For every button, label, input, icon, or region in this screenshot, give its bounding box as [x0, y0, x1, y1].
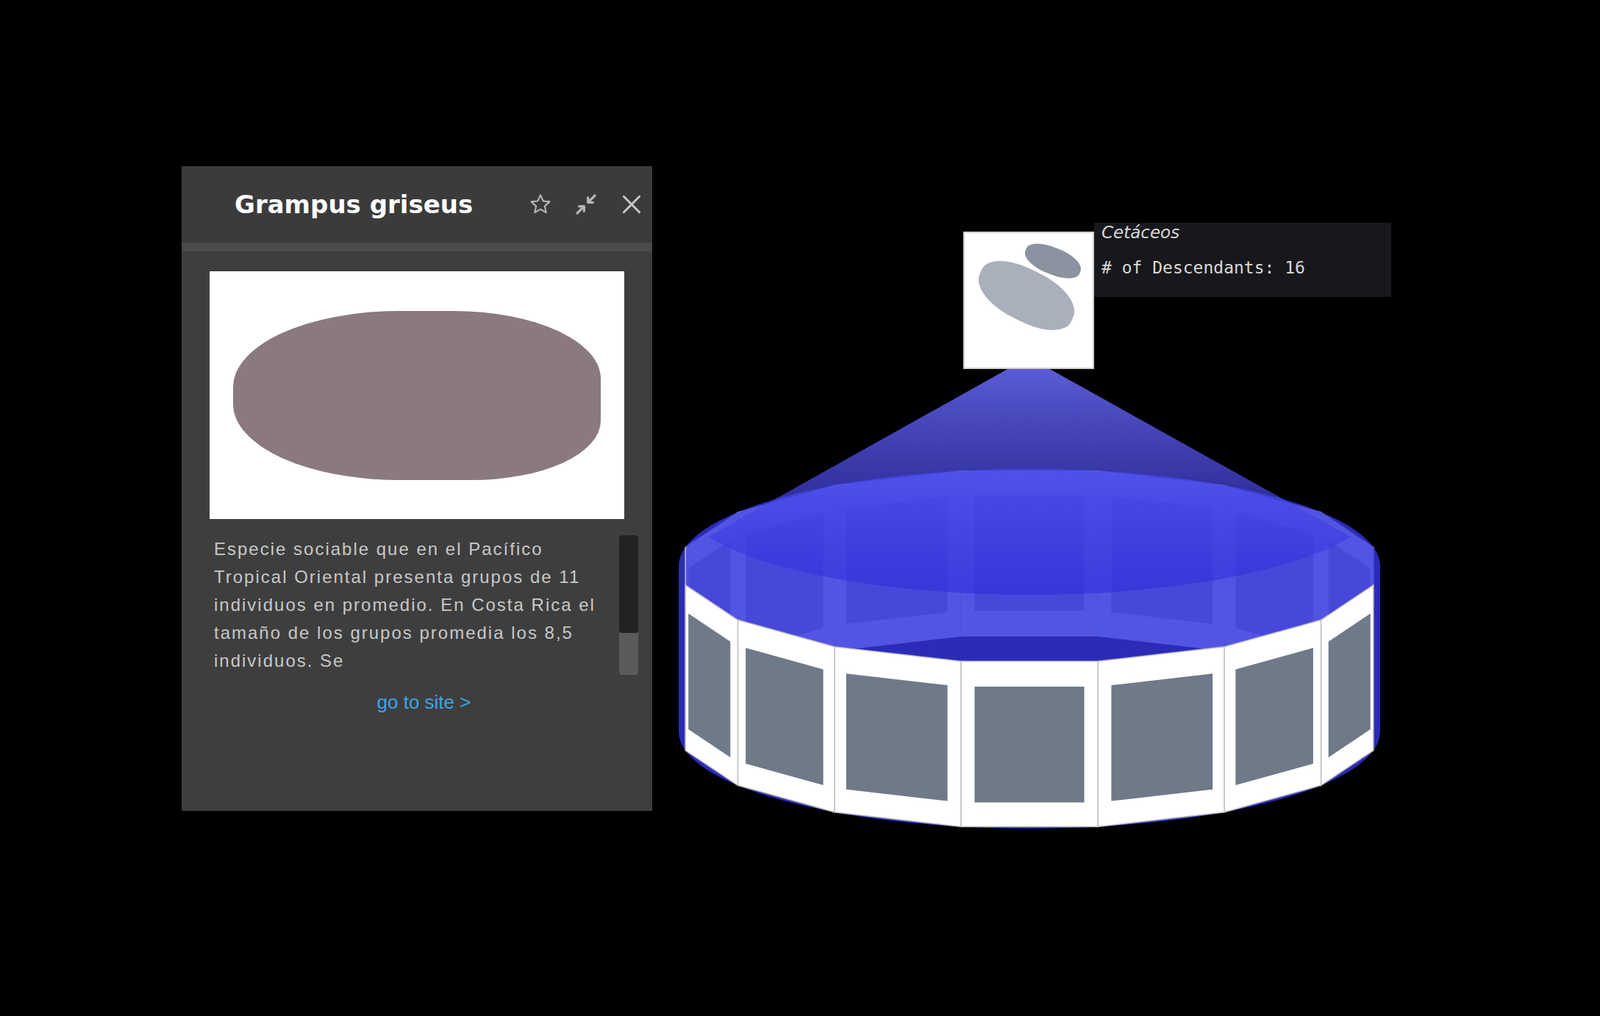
panel-header: Grampus griseus	[181, 166, 653, 243]
species-picture	[209, 271, 625, 520]
panel-tools	[528, 192, 644, 217]
ring-card[interactable]	[1321, 585, 1374, 787]
panel-title: Grampus griseus	[234, 189, 473, 220]
cone	[708, 357, 1351, 595]
page: Cetáceos # of Descendants: 16 Grampus gris…	[0, 0, 1600, 1016]
info-panel: Grampus griseus Especie sociable que en e…	[181, 166, 653, 812]
ring-card[interactable]	[834, 647, 962, 828]
header-separator	[181, 242, 653, 252]
collapse-icon[interactable]	[574, 192, 598, 217]
description-area: Especie sociable que en el Pacífico Trop…	[209, 535, 639, 675]
tooltip-descendants: # of Descendants: 16	[1101, 258, 1384, 278]
ring-card[interactable]	[961, 661, 1098, 828]
scrollbar-thumb[interactable]	[619, 535, 639, 634]
ring-card[interactable]	[737, 619, 835, 813]
tooltip: Cetáceos # of Descendants: 16	[1094, 222, 1392, 298]
ring-card[interactable]	[1097, 647, 1225, 828]
close-icon[interactable]	[619, 192, 644, 217]
go-to-site-link[interactable]: go to site >	[377, 691, 472, 714]
tooltip-title: Cetáceos	[1101, 222, 1384, 242]
star-icon[interactable]	[528, 192, 553, 217]
scrollbar[interactable]	[619, 535, 639, 675]
root-node[interactable]	[963, 231, 1095, 370]
panel-body: Especie sociable que en el Pacífico Trop…	[181, 251, 653, 737]
ring-card[interactable]	[683, 547, 686, 751]
ring-card[interactable]	[1224, 619, 1322, 813]
description: Especie sociable que en el Pacífico Trop…	[213, 535, 615, 675]
picture-block	[233, 311, 601, 481]
ring-card[interactable]	[685, 585, 738, 787]
